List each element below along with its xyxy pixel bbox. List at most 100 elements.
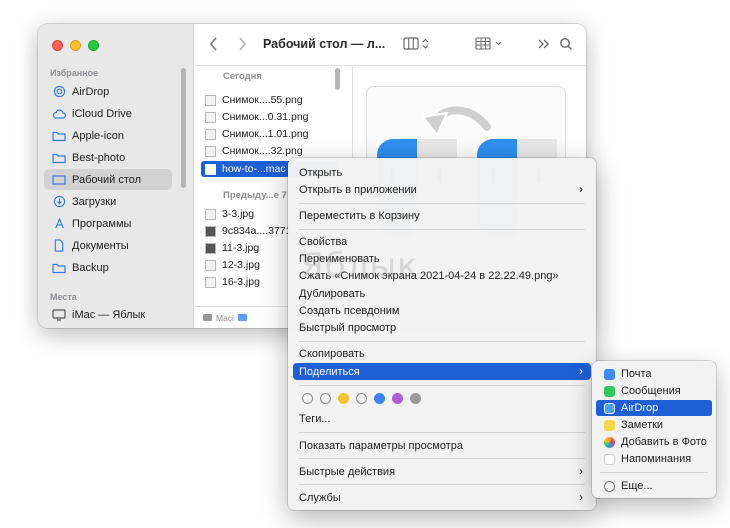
- menu-separator: [600, 472, 708, 473]
- sidebar-section-places: Места: [50, 292, 77, 302]
- folder-icon: [52, 261, 66, 275]
- sidebar-item-icloud[interactable]: iCloud Drive: [44, 103, 172, 124]
- menu-item-share[interactable]: Поделиться ›: [293, 363, 591, 380]
- sidebar-item-label: iMac — Яблык: [72, 308, 146, 321]
- path-bar-label[interactable]: Maci: [216, 313, 234, 323]
- sidebar-item-label: AirDrop: [72, 85, 110, 98]
- tag-color-dot[interactable]: [374, 393, 385, 404]
- tag-color-dot[interactable]: [356, 393, 367, 404]
- menu-item-open[interactable]: Открыть: [293, 164, 591, 181]
- minimize-window-button[interactable]: [70, 40, 81, 51]
- downloads-icon: [52, 195, 66, 209]
- menu-item-duplicate[interactable]: Дублировать: [293, 285, 591, 302]
- share-item-messages[interactable]: Сообщения: [596, 383, 712, 399]
- share-item-airdrop[interactable]: AirDrop: [596, 400, 712, 416]
- menu-item-label: Быстрые действия: [299, 465, 396, 478]
- sidebar-item-label: Документы: [72, 239, 129, 252]
- sidebar-item-applications[interactable]: Программы: [44, 213, 172, 234]
- menu-item-copy[interactable]: Скопировать: [293, 345, 591, 362]
- drive-icon: [203, 314, 212, 321]
- list-item[interactable]: Снимок....32.png: [201, 143, 337, 159]
- folder-icon: [52, 129, 66, 143]
- sidebar-scrollbar[interactable]: [181, 68, 186, 188]
- context-menu: Открыть Открыть в приложении › Переместит…: [288, 158, 596, 510]
- menu-item-move-to-trash[interactable]: Переместить в Корзину: [293, 207, 591, 224]
- tag-color-dot[interactable]: [320, 393, 331, 404]
- search-icon[interactable]: [559, 37, 573, 54]
- sidebar-item-apple-icon[interactable]: Apple-icon: [44, 125, 172, 146]
- menu-separator: [299, 203, 585, 204]
- menu-separator: [299, 432, 585, 433]
- sidebar-item-desktop[interactable]: Рабочий стол: [44, 169, 172, 190]
- menu-item-open-with[interactable]: Открыть в приложении ›: [293, 181, 591, 198]
- menu-item-label: Создать псевдоним: [299, 304, 400, 317]
- list-item[interactable]: Снимок...1.01.png: [201, 126, 337, 142]
- photos-icon: [604, 436, 615, 448]
- sidebar-item-label: Программы: [72, 217, 132, 230]
- sidebar-item-label: iCloud Drive: [72, 107, 132, 120]
- back-icon[interactable]: [209, 37, 219, 54]
- column-view-icon[interactable]: [403, 37, 433, 54]
- share-item-more[interactable]: Еще...: [596, 478, 712, 494]
- tag-color-picker: [302, 393, 421, 404]
- group-header-previous: Предыду...е 7 д: [223, 190, 296, 201]
- sidebar-item-backup[interactable]: Backup: [44, 257, 172, 278]
- share-item-reminders[interactable]: Напоминания: [596, 451, 712, 467]
- file-name: Снимок....32.png: [222, 145, 303, 157]
- sidebar-item-airdrop[interactable]: AirDrop: [44, 81, 172, 102]
- png-thumbnail-icon: [205, 145, 216, 157]
- sidebar-item-best-photo[interactable]: Best-photo: [44, 147, 172, 168]
- menu-item-quick-actions[interactable]: Быстрые действия ›: [293, 463, 591, 480]
- jpg-thumbnail-icon: [205, 259, 216, 271]
- tag-color-dot[interactable]: [392, 393, 403, 404]
- png-thumbnail-icon: [205, 128, 216, 140]
- share-item-notes[interactable]: Заметки: [596, 417, 712, 433]
- list-item[interactable]: Снимок....55.png: [201, 92, 337, 108]
- menu-item-services[interactable]: Службы ›: [293, 489, 591, 506]
- png-thumbnail-icon: [205, 94, 216, 106]
- zoom-window-button[interactable]: [88, 40, 99, 51]
- menu-item-tags[interactable]: Теги...: [293, 410, 591, 427]
- sidebar-section-favorites: Избранное: [50, 68, 99, 78]
- mail-icon: [604, 368, 615, 380]
- file-list-scrollbar[interactable]: [335, 68, 340, 90]
- share-item-mail[interactable]: Почта: [596, 366, 712, 382]
- share-submenu: Почта Сообщения AirDrop Заметки Добавить…: [592, 361, 716, 498]
- sidebar-item-label: Рабочий стол: [72, 173, 142, 186]
- menu-item-quick-look[interactable]: Быстрый просмотр: [293, 319, 591, 336]
- menu-item-rename[interactable]: Переименовать: [293, 250, 591, 267]
- toolbar: Рабочий стол — л...: [195, 24, 586, 66]
- menu-item-make-alias[interactable]: Создать псевдоним: [293, 302, 591, 319]
- document-icon: [52, 239, 66, 253]
- menu-item-label: Свойства: [299, 235, 348, 248]
- file-name: 16-3.jpg: [222, 276, 260, 288]
- forward-icon[interactable]: [237, 37, 247, 54]
- sidebar-item-downloads[interactable]: Загрузки: [44, 191, 172, 212]
- airdrop-icon: [604, 402, 615, 414]
- tag-color-dot[interactable]: [302, 393, 313, 404]
- menu-separator: [299, 229, 585, 230]
- close-window-button[interactable]: [52, 40, 63, 51]
- menu-item-label: Скопировать: [299, 347, 365, 360]
- group-header-today: Сегодня: [223, 71, 262, 82]
- messages-icon: [604, 385, 615, 397]
- menu-item-get-info[interactable]: Свойства: [293, 233, 591, 250]
- menu-item-label: Дублировать: [299, 287, 366, 300]
- menu-item-show-view-options[interactable]: Показать параметры просмотра: [293, 437, 591, 454]
- sidebar-item-label: Backup: [72, 261, 109, 274]
- folder-icon: [237, 314, 247, 321]
- sidebar-item-documents[interactable]: Документы: [44, 235, 172, 256]
- more-toolbar-icon[interactable]: [537, 37, 551, 54]
- share-item-add-to-photos[interactable]: Добавить в Фото: [596, 434, 712, 450]
- sidebar-item-imac[interactable]: iMac — Яблык: [44, 304, 172, 325]
- list-item[interactable]: Снимок...0.31.png: [201, 109, 337, 125]
- sidebar-item-label: Best-photo: [72, 151, 126, 164]
- file-thumbnail-icon: [205, 163, 216, 175]
- tag-color-dot[interactable]: [410, 393, 421, 404]
- group-by-icon[interactable]: [475, 37, 505, 54]
- menu-item-compress[interactable]: Сжать «Снимок экрана 2021-04-24 в 22.22.…: [293, 267, 591, 284]
- menu-item-label: Поделиться: [299, 365, 360, 378]
- tag-color-dot[interactable]: [338, 393, 349, 404]
- menu-item-label: Службы: [299, 491, 341, 504]
- more-icon: [604, 480, 615, 492]
